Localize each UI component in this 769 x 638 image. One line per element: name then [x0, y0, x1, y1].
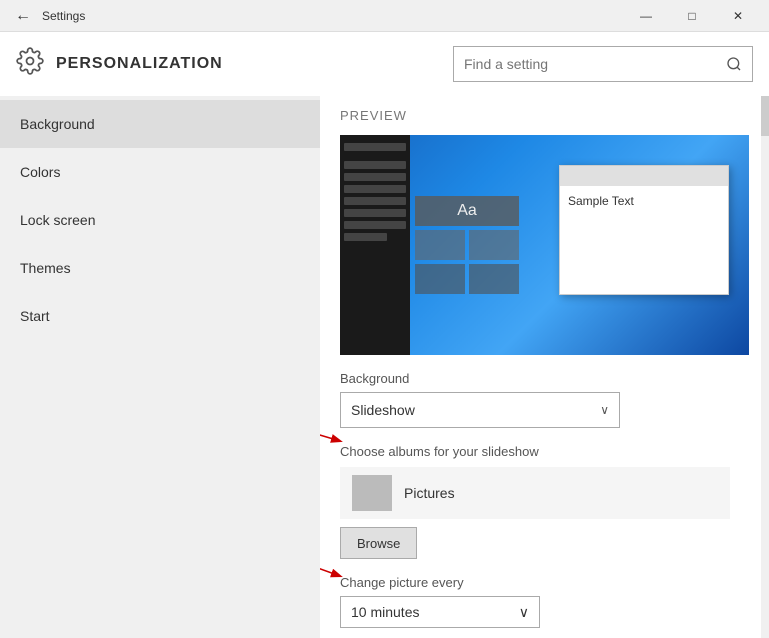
background-dropdown-value: Slideshow [351, 402, 415, 418]
gear-icon [16, 47, 44, 82]
albums-label: Choose albums for your slideshow [340, 444, 749, 459]
preview-tile-2 [469, 230, 519, 260]
preview-tile-3 [415, 264, 465, 294]
preview-desktop: Aa Sample Text [340, 135, 749, 355]
search-box[interactable] [453, 46, 753, 82]
sidebar-label-background: Background [20, 116, 95, 132]
preview-sample-window: Sample Text [559, 165, 729, 295]
preview-window-content: Sample Text [560, 186, 728, 216]
minimize-button[interactable]: — [623, 0, 669, 32]
title-bar: ← Settings — □ ✕ [0, 0, 769, 32]
scrollbar-thumb[interactable] [761, 96, 769, 136]
minimize-icon: — [640, 9, 652, 23]
change-picture-section: Change picture every 10 minutes ∨ [340, 575, 749, 628]
preview-tiles: Aa [415, 196, 519, 294]
sidebar-label-themes: Themes [20, 260, 71, 276]
maximize-icon: □ [688, 9, 695, 23]
change-dropdown-value: 10 minutes [351, 604, 419, 620]
sidebar-item-themes[interactable]: Themes [0, 244, 320, 292]
sidebar-label-start: Start [20, 308, 50, 324]
search-icon [716, 46, 752, 82]
window-title: Settings [42, 9, 623, 23]
preview-title: PREVIEW [340, 108, 749, 123]
preview-container: Aa Sample Text [340, 135, 749, 355]
sample-text: Sample Text [568, 194, 634, 208]
sidebar-item-start[interactable]: Start [0, 292, 320, 340]
album-thumbnail [352, 475, 392, 511]
dropdown-arrow-icon: ∨ [600, 403, 609, 417]
browse-label: Browse [357, 536, 400, 551]
back-icon: ← [15, 7, 31, 25]
scrollbar-track [761, 96, 769, 638]
albums-section: Choose albums for your slideshow Picture… [340, 444, 749, 575]
window-controls: — □ ✕ [623, 0, 761, 32]
sidebar-label-colors: Colors [20, 164, 60, 180]
app-header: PERSONALIZATION [0, 32, 769, 96]
browse-button[interactable]: Browse [340, 527, 417, 559]
search-input[interactable] [454, 56, 716, 72]
content-area: PREVIEW [320, 96, 769, 638]
preview-window-titlebar [560, 166, 728, 186]
change-dropdown-arrow-icon: ∨ [519, 604, 529, 621]
album-name: Pictures [404, 485, 455, 501]
change-picture-dropdown[interactable]: 10 minutes ∨ [340, 596, 540, 628]
back-button[interactable]: ← [8, 1, 38, 31]
sidebar-item-colors[interactable]: Colors [0, 148, 320, 196]
maximize-button[interactable]: □ [669, 0, 715, 32]
close-button[interactable]: ✕ [715, 0, 761, 32]
change-label: Change picture every [340, 575, 749, 590]
sidebar: Background Colors Lock screen Themes Sta… [0, 96, 320, 638]
preview-tile-aa: Aa [415, 196, 519, 226]
preview-sidebar [340, 135, 410, 355]
preview-tile-1 [415, 230, 465, 260]
page-title: PERSONALIZATION [56, 55, 441, 73]
background-dropdown[interactable]: Slideshow ∨ [340, 392, 620, 428]
close-icon: ✕ [733, 9, 743, 23]
background-section: Background Slideshow ∨ [340, 371, 749, 428]
sidebar-item-background[interactable]: Background [0, 100, 320, 148]
sidebar-label-lockscreen: Lock screen [20, 212, 95, 228]
background-label: Background [340, 371, 749, 386]
content-inner: PREVIEW [320, 96, 769, 638]
sidebar-item-lockscreen[interactable]: Lock screen [0, 196, 320, 244]
main-layout: Background Colors Lock screen Themes Sta… [0, 96, 769, 638]
preview-tile-4 [469, 264, 519, 294]
album-item[interactable]: Pictures [340, 467, 730, 519]
